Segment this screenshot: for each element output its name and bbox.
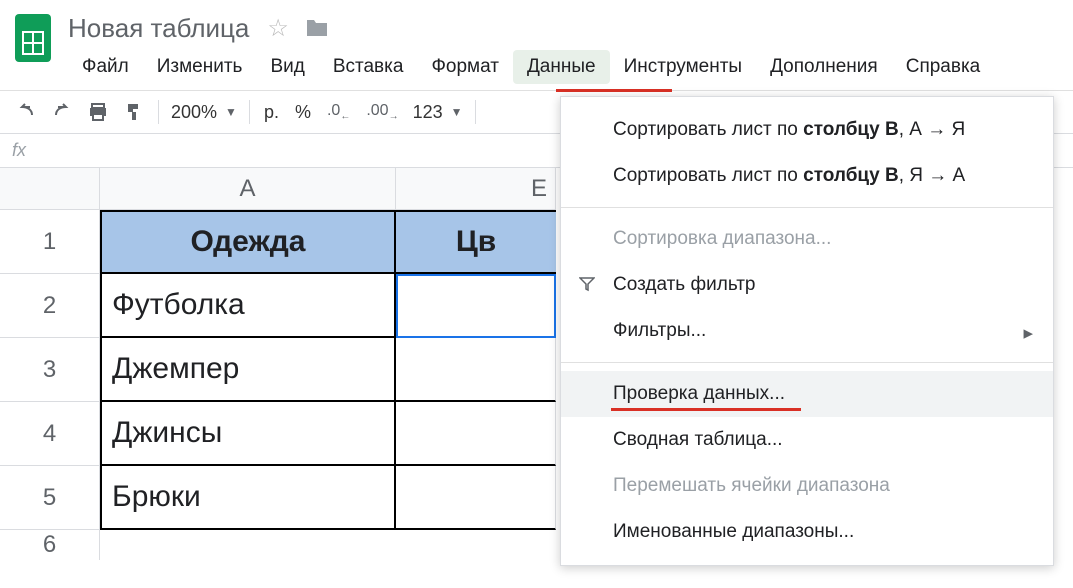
toolbar-separator [475, 100, 476, 124]
text: Проверка данных... [613, 383, 785, 404]
menu-file[interactable]: Файл [68, 50, 143, 84]
redo-button[interactable] [44, 97, 80, 127]
caret-down-icon: ▼ [451, 105, 463, 119]
text: Сортировать лист по [613, 165, 803, 186]
zoom-selector[interactable]: 200% ▼ [165, 98, 243, 127]
menu-tools[interactable]: Инструменты [610, 50, 756, 84]
row-header[interactable]: 6 [0, 530, 100, 560]
column-header-a[interactable]: A [100, 168, 396, 210]
menu-sort-range: Сортировка диапазона... [561, 216, 1053, 262]
toolbar-separator [158, 100, 159, 124]
row-header[interactable]: 4 [0, 402, 100, 466]
percent-button[interactable]: % [287, 98, 319, 127]
caret-down-icon: ▼ [225, 105, 237, 119]
document-title[interactable]: Новая таблица [68, 13, 249, 44]
text-bold: столбцу B [803, 165, 899, 186]
more-formats-button[interactable]: 123 ▼ [407, 98, 469, 127]
cell-b1[interactable]: Цв [396, 210, 556, 274]
title-area: Новая таблица ☆ Файл Изменить Вид Вставк… [68, 10, 1061, 84]
text: , А → Я [899, 119, 966, 140]
menu-filters[interactable]: Фильтры... ▸ [561, 308, 1053, 354]
menu-pivot-table[interactable]: Сводная таблица... [561, 417, 1053, 463]
zoom-value: 200% [171, 102, 217, 123]
decrease-decimal-button[interactable]: .0← [319, 96, 358, 128]
select-all-corner[interactable] [0, 168, 100, 210]
app-header: Новая таблица ☆ Файл Изменить Вид Вставк… [0, 0, 1073, 84]
menu-format[interactable]: Формат [417, 50, 513, 84]
row-header[interactable]: 3 [0, 338, 100, 402]
cell-b3[interactable] [396, 338, 556, 402]
menu-bar: Файл Изменить Вид Вставка Формат Данные … [68, 50, 1061, 84]
column-header-b[interactable]: E [396, 168, 556, 210]
menu-edit[interactable]: Изменить [143, 50, 257, 84]
cell-a2[interactable]: Футболка [100, 274, 396, 338]
annotation-underline-menu [556, 89, 672, 92]
sheets-logo [12, 10, 54, 66]
filter-icon [579, 276, 595, 292]
menu-insert[interactable]: Вставка [319, 50, 418, 84]
cell-b5[interactable] [396, 466, 556, 530]
text: Сортировать лист по [613, 119, 803, 140]
row-header[interactable]: 5 [0, 466, 100, 530]
menu-view[interactable]: Вид [256, 50, 318, 84]
paint-format-button[interactable] [116, 96, 152, 128]
cell-a1[interactable]: Одежда [100, 210, 396, 274]
menu-help[interactable]: Справка [892, 50, 995, 84]
text: Создать фильтр [613, 274, 756, 295]
currency-button[interactable]: р. [256, 98, 287, 127]
folder-icon[interactable] [305, 18, 329, 38]
row-header[interactable]: 2 [0, 274, 100, 338]
menu-data-validation[interactable]: Проверка данных... [561, 371, 1053, 417]
text-bold: столбцу B [803, 119, 899, 140]
menu-separator [561, 362, 1053, 363]
cell-b2-selected[interactable] [396, 274, 556, 338]
menu-addons[interactable]: Дополнения [756, 50, 892, 84]
row-headers: 1 2 3 4 5 6 [0, 168, 100, 560]
menu-create-filter[interactable]: Создать фильтр [561, 262, 1053, 308]
annotation-underline-item [611, 408, 801, 411]
menu-data[interactable]: Данные [513, 50, 610, 84]
print-button[interactable] [80, 97, 116, 127]
submenu-caret-icon: ▸ [1023, 322, 1033, 345]
cell-a3[interactable]: Джемпер [100, 338, 396, 402]
row-header[interactable]: 1 [0, 210, 100, 274]
cell-a5[interactable]: Брюки [100, 466, 396, 530]
menu-sort-desc[interactable]: Сортировать лист по столбцу B, Я → А [561, 153, 1053, 199]
undo-button[interactable] [8, 97, 44, 127]
cell-a4[interactable]: Джинсы [100, 402, 396, 466]
menu-separator [561, 207, 1053, 208]
toolbar-separator [249, 100, 250, 124]
format-label: 123 [413, 102, 443, 123]
data-menu-dropdown: Сортировать лист по столбцу B, А → Я Сор… [560, 96, 1054, 566]
increase-decimal-button[interactable]: .00→ [358, 96, 406, 128]
menu-shuffle-range: Перемешать ячейки диапазона [561, 463, 1053, 509]
menu-sort-asc[interactable]: Сортировать лист по столбцу B, А → Я [561, 107, 1053, 153]
cell-b4[interactable] [396, 402, 556, 466]
star-icon[interactable]: ☆ [267, 14, 289, 43]
text: , Я → А [899, 165, 966, 186]
fx-label: fx [12, 140, 26, 161]
menu-named-ranges[interactable]: Именованные диапазоны... [561, 509, 1053, 555]
text: Фильтры... [613, 320, 706, 341]
